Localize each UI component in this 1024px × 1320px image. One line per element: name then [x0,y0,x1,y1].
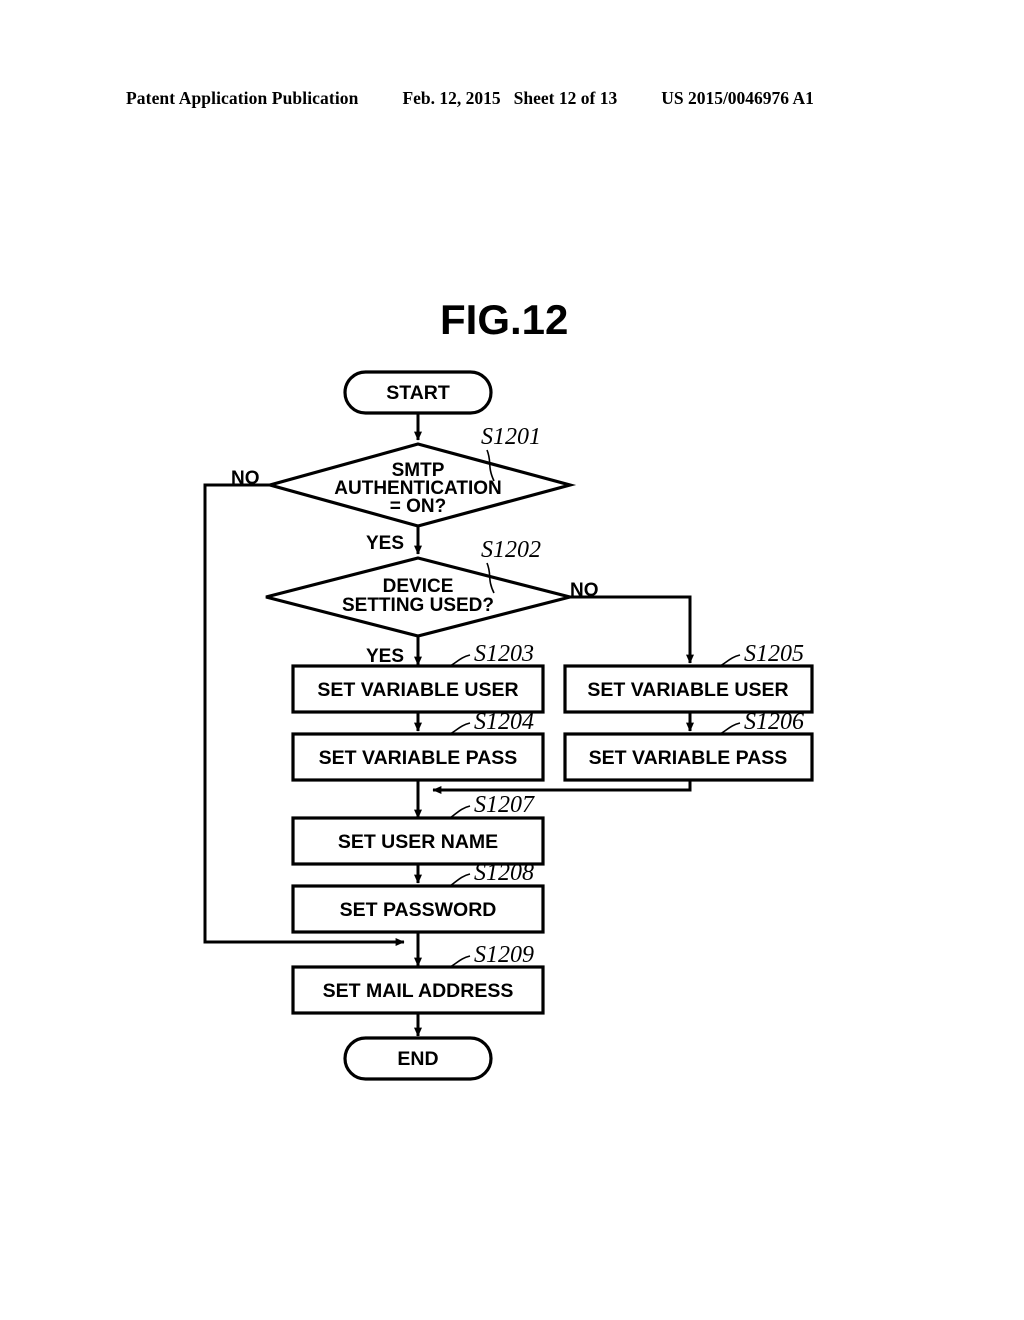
process-s1209-label: SET MAIL ADDRESS [323,980,514,1002]
leader-s1206 [719,722,741,735]
step-tag-s1201: S1201 [481,424,541,450]
step-tag-s1203: S1203 [474,641,534,667]
step-tag-s1209: S1209 [474,942,534,968]
decision-s1202-line-1: DEVICE [383,576,454,597]
decision-s1201-line-3: = ON? [390,496,446,517]
process-s1206-label: SET VARIABLE PASS [589,747,788,769]
branch-label-s1202-yes: YES [366,646,404,667]
start-label: START [386,382,450,404]
step-tag-s1202: S1202 [481,537,541,563]
step-tag-s1207: S1207 [474,792,535,818]
process-s1205-label: SET VARIABLE USER [587,679,788,701]
end-label: END [397,1048,438,1070]
leader-s1205 [719,654,741,667]
step-tag-s1206: S1206 [744,709,804,735]
process-s1204-label: SET VARIABLE PASS [319,747,518,769]
process-s1207-label: SET USER NAME [338,831,498,853]
branch-label-s1201-yes: YES [366,533,404,554]
step-tag-s1205: S1205 [744,641,804,667]
leader-s1209 [449,955,471,968]
flowchart-figure: FIG.12 START SMTP AUTHENTICATION = ON? S… [203,296,814,1081]
leader-s1208 [449,873,471,887]
process-s1208-label: SET PASSWORD [340,899,497,921]
leader-s1207 [449,805,471,819]
step-tag-s1208: S1208 [474,860,534,886]
figure-title: FIG.12 [440,296,568,343]
patent-page: Patent Application Publication Feb. 12, … [0,0,1024,1320]
step-tag-s1204: S1204 [474,709,534,735]
edge-s1202-no-to-s1205 [570,595,694,664]
decision-s1202-line-2: SETTING USED? [342,595,494,616]
leader-s1203 [449,654,471,667]
process-s1203-label: SET VARIABLE USER [317,679,518,701]
leader-s1204 [449,722,471,735]
